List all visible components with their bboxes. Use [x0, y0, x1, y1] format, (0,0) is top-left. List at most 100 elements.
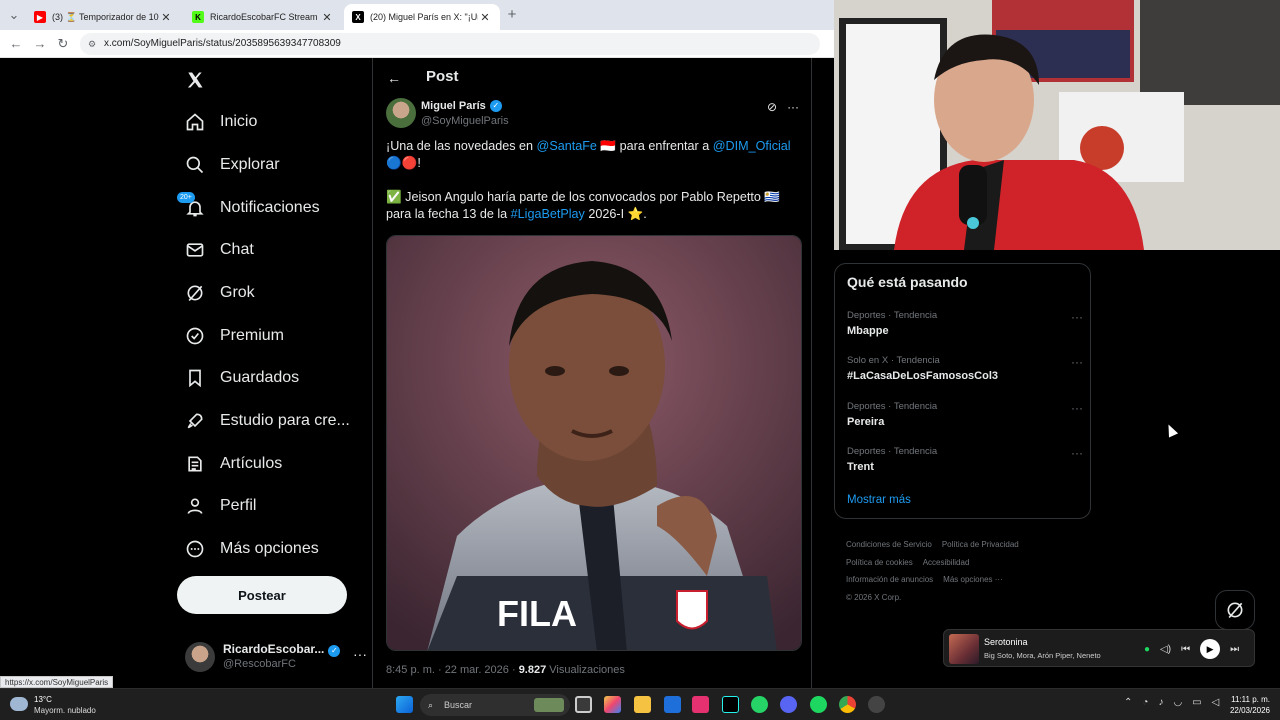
- sidebar-item-notificaciones[interactable]: 20+ Notificaciones: [177, 188, 320, 228]
- app-icon[interactable]: [868, 696, 885, 713]
- more-icon[interactable]: ···: [353, 646, 367, 662]
- footer-link[interactable]: Información de anuncios: [846, 575, 933, 584]
- capcut-icon[interactable]: [692, 696, 709, 713]
- post-text-segment: 2026-I ⭐.: [584, 207, 647, 221]
- back-arrow-icon[interactable]: ←: [387, 70, 401, 86]
- mouse-cursor: [1163, 422, 1179, 438]
- forward-icon[interactable]: →: [32, 36, 48, 52]
- sidebar-item-label: Más opciones: [220, 540, 319, 557]
- clock-time: 11:11 p. m.: [1231, 695, 1270, 704]
- link-status-bar: https://x.com/SoyMiguelParis: [0, 676, 114, 688]
- show-more-link[interactable]: Mostrar más: [847, 494, 911, 506]
- discord-icon[interactable]: [780, 696, 797, 713]
- search-icon: ⌕: [428, 700, 434, 710]
- more-icon[interactable]: ···: [1071, 401, 1083, 415]
- trend-item[interactable]: Deportes · Tendencia Trent ···: [847, 446, 1083, 486]
- file-explorer-icon[interactable]: [634, 696, 651, 713]
- windows-start-icon[interactable]: [396, 696, 413, 713]
- more-icon[interactable]: ···: [787, 100, 799, 114]
- mention-link[interactable]: @DIM_Oficial: [713, 139, 791, 153]
- taskbar-search[interactable]: ⌕ Buscar: [420, 694, 570, 716]
- account-name: RicardoEscobar... ✓: [223, 642, 341, 657]
- trend-category: Deportes · Tendencia: [847, 446, 938, 457]
- sidebar-item-inicio[interactable]: Inicio: [185, 102, 257, 142]
- post-image[interactable]: FILA: [386, 235, 802, 651]
- footer-links: Condiciones de Servicio Política de Priva…: [846, 536, 1091, 606]
- more-icon[interactable]: ···: [1071, 310, 1083, 324]
- view-label: Visualizaciones: [546, 664, 625, 676]
- hashtag-link[interactable]: #LigaBetPlay: [511, 207, 585, 221]
- mention-link[interactable]: @SantaFe: [537, 139, 597, 153]
- sidebar-item-estudio[interactable]: Estudio para cre...: [185, 401, 350, 441]
- sidebar-item-mas-opciones[interactable]: Más opciones: [185, 529, 319, 569]
- account-switcher[interactable]: RicardoEscobar... ✓ @RescobarFC ···: [185, 638, 370, 678]
- footer-link[interactable]: Accesibilidad: [923, 558, 970, 567]
- display-icon[interactable]: ▭: [1192, 697, 1201, 708]
- trend-name: Mbappe: [847, 325, 889, 337]
- site-info-icon[interactable]: ⚙: [88, 33, 96, 55]
- network-icon[interactable]: ◔: [1142, 697, 1148, 708]
- sidebar-item-grok[interactable]: Grok: [185, 273, 255, 313]
- grok-icon[interactable]: ⊘: [767, 100, 777, 114]
- task-view-icon[interactable]: [575, 696, 592, 713]
- store-icon[interactable]: [664, 696, 681, 713]
- author-handle[interactable]: @SoyMiguelParis: [421, 115, 509, 127]
- sidebar-item-perfil[interactable]: Perfil: [185, 486, 256, 526]
- footer-link[interactable]: Condiciones de Servicio: [846, 540, 932, 549]
- tab-kick[interactable]: K RicardoEscobarFC Stream - Wa ✕: [184, 4, 342, 30]
- kick-icon: K: [192, 11, 204, 23]
- trend-name: Pereira: [847, 416, 885, 428]
- more-icon[interactable]: ···: [1071, 355, 1083, 369]
- chrome-icon[interactable]: [839, 696, 856, 713]
- x-logo[interactable]: [185, 60, 220, 100]
- grok-button[interactable]: [1215, 590, 1255, 630]
- previous-icon[interactable]: ⏮: [1181, 644, 1190, 655]
- speaker-icon[interactable]: ◁): [1160, 644, 1171, 655]
- reload-icon[interactable]: ↻: [55, 36, 71, 52]
- chevron-up-icon[interactable]: ⌃: [1124, 697, 1132, 708]
- verified-badge-icon: ✓: [328, 645, 341, 657]
- tab-x-post[interactable]: X (20) Miguel París en X: "¡Una de ✕: [344, 4, 500, 30]
- wifi-icon[interactable]: ◡: [1173, 697, 1182, 708]
- clock[interactable]: 11:11 p. m. 22/03/2026: [1230, 694, 1270, 716]
- spotify-icon[interactable]: [810, 696, 827, 713]
- widgets-icon[interactable]: [604, 696, 621, 713]
- sidebar-item-explorar[interactable]: Explorar: [185, 145, 280, 185]
- footer-link[interactable]: Más opciones ···: [943, 575, 1003, 584]
- sidebar-item-premium[interactable]: Premium: [185, 316, 284, 356]
- trend-name: Trent: [847, 461, 874, 473]
- author-avatar[interactable]: [386, 98, 416, 128]
- trend-item[interactable]: Deportes · Tendencia Mbappe ···: [847, 310, 1083, 350]
- sidebar-item-label: Estudio para cre...: [220, 412, 350, 429]
- close-icon[interactable]: ✕: [478, 11, 492, 24]
- new-tab-button[interactable]: +: [504, 7, 520, 23]
- tab-youtube[interactable]: ▶ (3) ⏳ Temporizador de 10 ✕: [26, 4, 181, 30]
- microphone-icon[interactable]: ♪: [1158, 697, 1163, 708]
- author-name[interactable]: Miguel París ✓: [421, 100, 502, 112]
- play-button[interactable]: ▶: [1200, 639, 1221, 659]
- volume-icon[interactable]: ◁: [1212, 697, 1220, 708]
- close-icon[interactable]: ✕: [320, 11, 334, 24]
- sidebar-item-guardados[interactable]: Guardados: [185, 358, 299, 398]
- post-button[interactable]: Postear: [177, 576, 347, 614]
- trend-item[interactable]: Deportes · Tendencia Pereira ···: [847, 401, 1083, 441]
- close-icon[interactable]: ✕: [159, 11, 173, 24]
- trend-category: Deportes · Tendencia: [847, 310, 938, 321]
- sidebar-item-chat[interactable]: Chat: [185, 230, 254, 270]
- more-icon[interactable]: ···: [1071, 446, 1083, 460]
- liked-icon[interactable]: ●: [1144, 644, 1150, 655]
- tiktok-icon[interactable]: [722, 696, 739, 713]
- tab-search-icon[interactable]: ⌄: [6, 7, 22, 23]
- url-input[interactable]: ⚙ x.com/SoyMiguelParis/status/2035895639…: [80, 33, 820, 55]
- sidebar-item-articulos[interactable]: Artículos: [185, 444, 282, 484]
- address-bar: ← → ↻ ⚙ x.com/SoyMiguelParis/status/2035…: [0, 30, 834, 58]
- temperature: 13°C: [34, 695, 52, 704]
- next-icon[interactable]: ⏭: [1230, 644, 1239, 655]
- footer-link[interactable]: Política de Privacidad: [942, 540, 1019, 549]
- whatsapp-icon[interactable]: [751, 696, 768, 713]
- post-timestamp[interactable]: 8:45 p. m. · 22 mar. 2026 ·: [386, 664, 519, 676]
- back-icon[interactable]: ←: [8, 36, 24, 52]
- footer-link[interactable]: Política de cookies: [846, 558, 913, 567]
- trend-item[interactable]: Solo en X · Tendencia #LaCasaDeLosFamoso…: [847, 355, 1083, 395]
- sidebar-item-label: Artículos: [220, 455, 283, 472]
